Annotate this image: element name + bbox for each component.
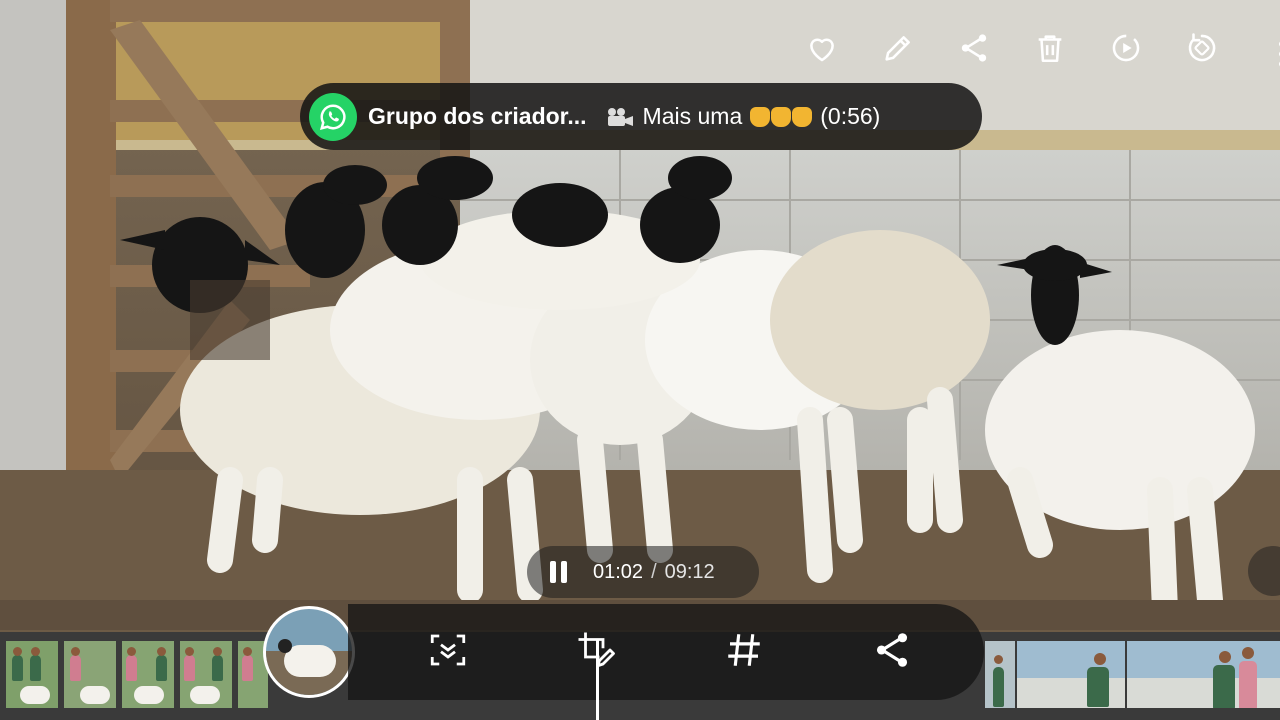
trash-icon — [1038, 35, 1062, 63]
rotate-button[interactable] — [1184, 30, 1220, 66]
whatsapp-notification[interactable]: Grupo dos criador... Mais uma (0:56) — [300, 83, 982, 150]
top-action-bar — [804, 30, 1220, 66]
whatsapp-icon — [309, 92, 357, 141]
heart-icon — [810, 38, 834, 62]
rotate-icon — [1188, 33, 1216, 62]
hashtag-icon — [728, 634, 760, 666]
notification-title: Grupo dos criador... — [368, 103, 587, 129]
share-icon — [876, 633, 908, 667]
notification-text: Mais uma — [642, 103, 743, 129]
filmstrip-frame — [985, 641, 1015, 708]
motion-photo-button[interactable] — [1108, 30, 1144, 66]
more-options-button[interactable] — [1266, 34, 1280, 74]
tag-button[interactable] — [722, 628, 766, 672]
filmstrip-frame — [6, 641, 58, 708]
clapping-hands-icon — [750, 106, 813, 127]
current-time: 01:02 — [593, 560, 644, 583]
favorite-button[interactable] — [804, 30, 840, 66]
playback-time-pill: 01:02 / 09:12 — [527, 546, 759, 598]
bottom-action-bar — [348, 604, 984, 700]
delete-button[interactable] — [1032, 30, 1068, 66]
time-separator: / — [651, 560, 657, 583]
filmstrip-frame — [1127, 641, 1280, 708]
total-time: 09:12 — [664, 560, 715, 583]
current-frame-thumbnail[interactable] — [263, 606, 355, 698]
filmstrip-frame — [180, 641, 232, 708]
capture-frame-button[interactable] — [426, 628, 470, 672]
film-camera-icon — [607, 107, 633, 126]
playhead[interactable] — [596, 640, 599, 720]
filmstrip-frame — [64, 641, 116, 708]
edit-button[interactable] — [880, 30, 916, 66]
pencil-icon — [885, 36, 910, 61]
more-vertical-icon — [1279, 41, 1280, 67]
pause-icon[interactable] — [547, 559, 573, 585]
filmstrip-frame — [1017, 641, 1125, 708]
motion-photo-icon — [1112, 34, 1140, 62]
filmstrip-frame — [122, 641, 174, 708]
notification-duration: (0:56) — [820, 103, 881, 129]
capture-frame-icon — [430, 634, 466, 666]
notification-message: Mais uma (0:56) — [605, 103, 881, 130]
share-bottom-button[interactable] — [870, 628, 914, 672]
share-icon — [961, 34, 987, 62]
share-button[interactable] — [956, 30, 992, 66]
